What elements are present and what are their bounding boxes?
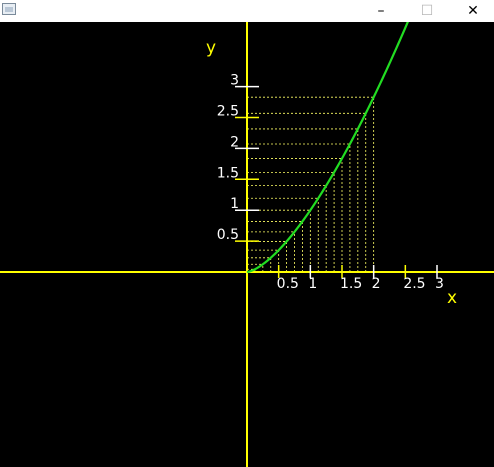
y-tick-label: 2: [230, 134, 239, 150]
x-axis-label: x: [447, 288, 457, 308]
y-tick-label: 1.5: [217, 165, 239, 181]
maximize-button[interactable]: ☐: [405, 0, 449, 22]
plot-canvas: 0.5 1 1.5 2 2.5 3 0.5 1 1.5 2 2.5 3 x y: [0, 22, 494, 467]
x-tick-label: 3: [435, 276, 444, 292]
curve: [246, 22, 409, 274]
title-bar: – ☐ ✕: [0, 0, 494, 22]
x-tick-label: 2: [372, 276, 381, 292]
x-tick-label: 0.5: [277, 276, 299, 292]
y-tick-label: 0.5: [217, 227, 239, 243]
y-tick-label: 1: [230, 196, 239, 212]
x-tick-label: 1.5: [340, 276, 362, 292]
y-axis-label: y: [206, 38, 216, 58]
close-button[interactable]: ✕: [451, 0, 494, 22]
y-tick-label: 3: [230, 73, 239, 89]
app-window-icon: [2, 3, 16, 15]
function-curve: [246, 22, 409, 274]
grid-lines: [247, 96, 375, 272]
y-tick-label: 2.5: [217, 103, 239, 119]
tick-marks: 0.5 1 1.5 2 2.5 3 0.5 1 1.5 2 2.5 3: [217, 73, 444, 292]
x-tick-label: 1: [308, 276, 317, 292]
x-tick-label: 2.5: [403, 276, 425, 292]
function-plot: 0.5 1 1.5 2 2.5 3 0.5 1 1.5 2 2.5 3 x y: [0, 22, 494, 467]
axes: [0, 22, 494, 467]
minimize-button[interactable]: –: [359, 0, 403, 22]
